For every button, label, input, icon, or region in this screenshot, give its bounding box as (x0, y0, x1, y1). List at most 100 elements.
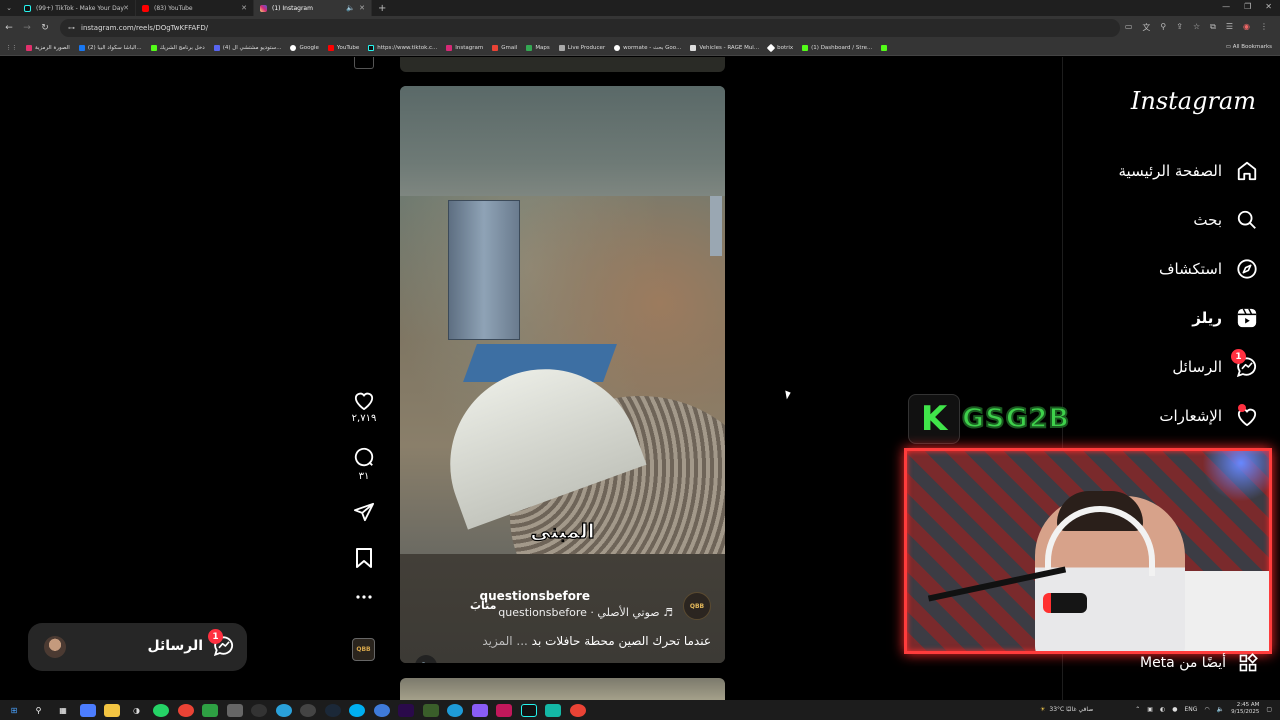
volume-icon[interactable]: 🔈 (1217, 706, 1224, 713)
language-indicator[interactable]: ENG (1184, 706, 1197, 713)
nav-search[interactable]: بحث (1193, 206, 1258, 234)
nav-home[interactable]: الصفحة الرئيسية (1119, 157, 1259, 185)
whatsapp-icon[interactable] (153, 703, 169, 717)
back-button[interactable]: ← (0, 23, 18, 33)
share-icon[interactable]: ⇪ (1176, 22, 1183, 33)
maximize-button[interactable]: ❐ (1244, 2, 1251, 11)
bookmark[interactable]: الصورة الرمزية (26, 44, 70, 51)
tray-chevron-icon[interactable]: ⌃ (1135, 706, 1140, 713)
tab-search-icon[interactable]: ⌄ (0, 0, 18, 16)
audio-thumbnail[interactable]: QBB (352, 638, 375, 661)
task-view-icon[interactable]: ▦ (55, 704, 71, 717)
clock[interactable]: 2:45 AM 9/15/2025 (1231, 702, 1259, 716)
nav-also-from-meta[interactable]: أيضًا من Meta (1140, 653, 1258, 673)
site-info-icon[interactable]: ⊶ (68, 24, 75, 32)
bookmark[interactable]: Gmail (492, 44, 517, 51)
skype-icon[interactable] (349, 703, 365, 717)
nav-reels[interactable]: ريلز (1192, 304, 1258, 332)
more-options[interactable] (348, 594, 380, 600)
premiere-icon[interactable] (398, 703, 414, 717)
close-tab-icon[interactable]: ✕ (123, 4, 129, 12)
tray-app-icon[interactable]: ● (1172, 706, 1177, 713)
app-icon[interactable]: ◑ (129, 704, 145, 717)
bookmark[interactable]: Google (290, 44, 319, 51)
comment-action[interactable]: ٣١ (348, 446, 380, 482)
bookmark[interactable]: دخل برنامج الشريك (150, 44, 205, 51)
more-link[interactable]: ... المزيد (482, 634, 527, 648)
bookmark[interactable]: (4) ستوديو مشتشي ال... (213, 44, 281, 51)
bookmark-icon[interactable] (355, 548, 373, 568)
cast-icon[interactable]: ▭ (1125, 22, 1133, 33)
kick-icon[interactable] (881, 44, 890, 51)
minimize-button[interactable]: — (1222, 2, 1230, 11)
bookmark[interactable]: wormate - بحث Goo... (614, 44, 681, 51)
tab-youtube[interactable]: (83) YouTube ✕ (136, 0, 254, 16)
forward-button[interactable]: → (18, 23, 36, 33)
app-icon[interactable] (545, 703, 561, 717)
file-explorer-icon[interactable] (104, 703, 120, 717)
translate-icon[interactable]: 文 (1142, 22, 1150, 33)
notifications-icon[interactable]: ▢ (1266, 706, 1272, 713)
bookmark[interactable]: Maps (526, 44, 550, 51)
telegram-icon[interactable] (275, 703, 292, 717)
chrome-icon[interactable] (569, 703, 586, 717)
app-icon[interactable] (471, 703, 488, 717)
app-icon[interactable] (251, 703, 267, 717)
close-tab-icon[interactable]: ✕ (241, 4, 247, 12)
comment-icon[interactable] (353, 446, 375, 468)
bookmark[interactable]: Vehicles - RAGE Mul... (690, 44, 759, 51)
tray-app-icon[interactable]: ▣ (1147, 706, 1153, 713)
zoom-icon[interactable]: ⚲ (1160, 22, 1166, 33)
weather-widget[interactable]: ☀ 33°C صافي غالبًا (1040, 706, 1093, 713)
reel-description[interactable]: عندما تحرك الصين محطة حافلات بد ... المز… (482, 634, 711, 648)
app-icon[interactable] (202, 703, 218, 717)
nav-explore[interactable]: استكشاف (1159, 255, 1258, 283)
search-icon[interactable]: ⚲ (31, 704, 47, 717)
bookmark[interactable]: botrix (766, 43, 793, 52)
close-tab-icon[interactable]: 🔈 (346, 4, 355, 12)
reel-video[interactable]: المبنى QBB questionsbefore متابَ questio… (400, 86, 725, 663)
extensions-icon[interactable]: ⧉ (1210, 22, 1216, 33)
share-action[interactable] (348, 502, 380, 522)
instagram-logo[interactable]: Instagram (1131, 87, 1256, 115)
close-window-button[interactable]: ✕ (1265, 2, 1272, 11)
profile-icon[interactable]: ◉ (1243, 22, 1250, 33)
bookmark[interactable]: https://www.tiktok.c... (368, 44, 437, 51)
steam-icon[interactable] (324, 703, 341, 717)
edge-icon[interactable] (447, 703, 463, 717)
apps-icon[interactable]: ⋮⋮ (6, 45, 17, 51)
chrome-icon[interactable] (177, 703, 194, 717)
more-icon[interactable] (355, 594, 373, 600)
heart-icon[interactable] (353, 390, 375, 410)
app-icon[interactable] (300, 703, 316, 717)
previous-reel-thumb[interactable] (354, 57, 374, 69)
reload-button[interactable]: ↻ (36, 23, 54, 33)
bookmark[interactable]: (2) الباشا سكواد البيا... (78, 44, 142, 51)
tab-instagram[interactable]: (1) Instagram 🔈 ✕ (254, 0, 372, 16)
creator-avatar[interactable]: QBB (683, 592, 711, 620)
menu-icon[interactable]: ⋮ (1260, 22, 1268, 33)
next-reel[interactable] (400, 678, 725, 700)
share-icon[interactable] (353, 502, 375, 522)
like-action[interactable]: ٢,٧١٩ (348, 390, 380, 424)
follow-button[interactable]: متابَ (470, 599, 497, 612)
avatar[interactable] (44, 636, 66, 658)
bookmark[interactable]: YouTube (327, 44, 359, 51)
copilot-icon[interactable] (79, 703, 96, 717)
wifi-icon[interactable]: ◠ (1204, 706, 1209, 713)
messages-pill[interactable]: الرسائل 1 (28, 623, 247, 671)
audio-link[interactable]: questionsbefore · صوتي الأصلي ♬ (498, 606, 673, 619)
bookmark[interactable]: Live Producer (558, 44, 605, 51)
nav-notifications[interactable]: الإشعارات (1159, 402, 1258, 430)
nav-messages[interactable]: الرسائل 1 (1172, 349, 1258, 381)
close-tab-icon[interactable]: ✕ (359, 4, 365, 12)
tab-groups-icon[interactable]: ☰ (1226, 22, 1233, 33)
app-icon[interactable] (226, 703, 243, 717)
bookmark-star-icon[interactable]: ☆ (1193, 22, 1200, 33)
all-bookmarks[interactable]: ▭ All Bookmarks (1226, 44, 1272, 50)
save-action[interactable] (348, 548, 380, 568)
url-field[interactable]: ⊶ instagram.com/reels/DOgTwKFFAFD/ (60, 19, 1120, 37)
tab-tiktok[interactable]: (99+) TikTok - Make Your Day ✕ (18, 0, 136, 16)
tiktok-icon[interactable] (520, 703, 537, 717)
bookmark[interactable]: (1) Dashboard / Stre... (802, 44, 872, 51)
